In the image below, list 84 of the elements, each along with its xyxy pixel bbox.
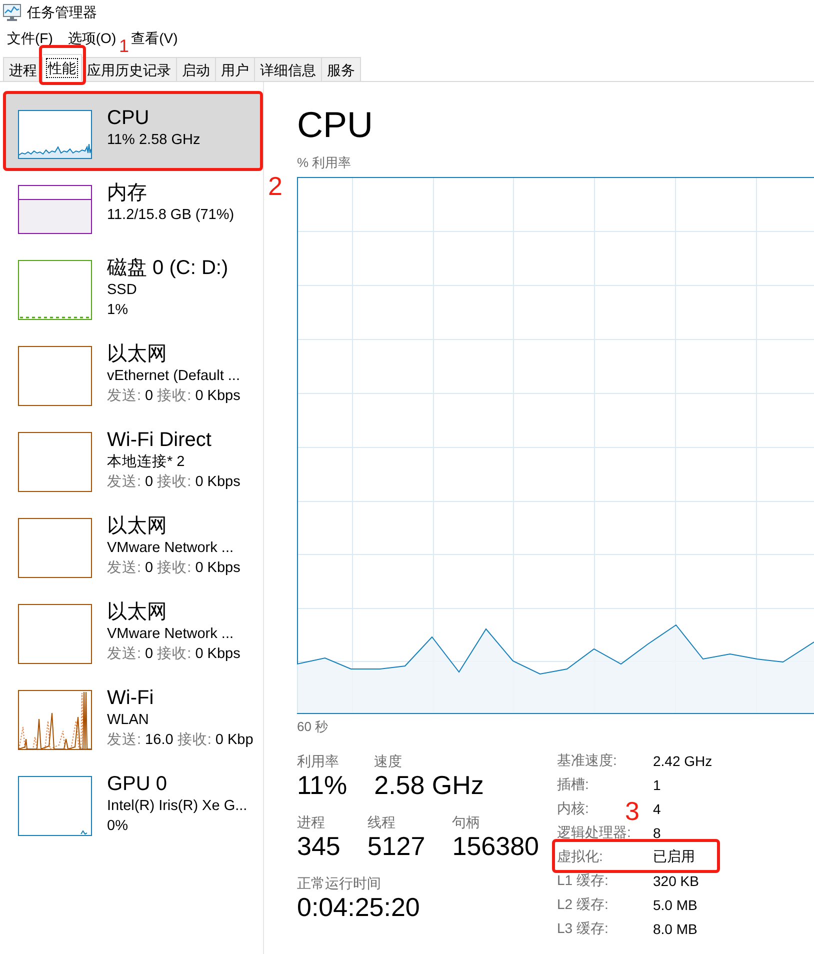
- tab[interactable]: 详细信息: [255, 57, 322, 82]
- device-detail: WLAN: [107, 711, 149, 730]
- property-value: 8.0 MB: [653, 921, 698, 937]
- property-label: 插槽:: [557, 776, 589, 794]
- device-name: 内存: [107, 181, 147, 205]
- stat-label: 正常运行时间: [297, 874, 381, 892]
- device-name: 以太网: [107, 342, 167, 366]
- stat-value: 11%: [297, 770, 348, 800]
- device-detail: 1%: [107, 301, 128, 320]
- sidebar-item[interactable]: GPU 0 Intel(R) Iris(R) Xe G... 0%: [3, 760, 262, 846]
- tab[interactable]: 用户: [216, 57, 255, 82]
- annotation-number: 1: [119, 37, 130, 55]
- stat-value: 156380: [452, 831, 539, 861]
- tab[interactable]: 启动: [177, 57, 216, 82]
- menu-item[interactable]: 文件(F): [7, 29, 53, 47]
- annotation-number: 3: [625, 798, 640, 824]
- stat-label: 速度: [374, 752, 402, 770]
- stat-value: 0:04:25:20: [297, 892, 420, 922]
- device-detail: 11% 2.58 GHz: [107, 131, 200, 150]
- property-value: 2.42 GHz: [653, 753, 712, 769]
- property-label: 基准速度:: [557, 752, 617, 770]
- device-name: GPU 0: [107, 772, 168, 796]
- tab[interactable]: 进程: [3, 57, 43, 82]
- annotation-number: 2: [268, 173, 282, 199]
- stat-label: 进程: [297, 813, 325, 831]
- tab[interactable]: 服务: [322, 57, 361, 82]
- monitor-chart-icon: [3, 4, 21, 20]
- property-value: 4: [653, 801, 661, 817]
- device-detail: vEthernet (Default ...: [107, 367, 240, 386]
- stat-label: 利用率: [297, 752, 339, 770]
- device-detail: SSD: [107, 281, 137, 300]
- sidebar-item[interactable]: 磁盘 0 (C: D:) SSD 1%: [3, 244, 262, 330]
- stat-label: 句柄: [452, 813, 480, 831]
- sidebar-item[interactable]: Wi-Fi Direct 本地连接* 2 发送: 0 接收: 0 Kbps: [3, 416, 262, 502]
- device-name: Wi-Fi Direct: [107, 428, 212, 452]
- property-label: L2 缓存:: [557, 896, 608, 914]
- axis-label: % 利用率: [297, 155, 352, 171]
- property-value: 5.0 MB: [653, 897, 698, 913]
- property-value: 320 KB: [653, 873, 699, 889]
- property-label: 逻辑处理器:: [557, 824, 631, 842]
- stat-value: 5127: [367, 831, 426, 861]
- stat-value: 345: [297, 831, 340, 861]
- network-rate: 发送: 0 接收: 0 Kbps: [107, 559, 240, 578]
- sidebar-item[interactable]: 以太网 vEthernet (Default ... 发送: 0 接收: 0 Kbps: [3, 330, 262, 416]
- device-detail: VMware Network ...: [107, 539, 234, 558]
- property-label: L3 缓存:: [557, 920, 608, 938]
- device-detail: Intel(R) Iris(R) Xe G...: [107, 797, 248, 816]
- sidebar-item[interactable]: 以太网 VMware Network ... 发送: 0 接收: 0 Kbps: [3, 588, 262, 674]
- property-label: 虚拟化:: [557, 848, 603, 866]
- device-name: 以太网: [107, 600, 167, 624]
- network-rate: 发送: 0 接收: 0 Kbps: [107, 473, 240, 492]
- stat-label: 线程: [367, 813, 396, 831]
- device-name: 磁盘 0 (C: D:): [107, 256, 228, 280]
- window-title: 任务管理器: [27, 3, 97, 21]
- device-detail: VMware Network ...: [107, 625, 234, 644]
- network-rate: 发送: 0 接收: 0 Kbps: [107, 387, 240, 406]
- property-value: 1: [653, 777, 661, 793]
- device-name: CPU: [107, 106, 150, 130]
- property-label: 内核:: [557, 800, 589, 818]
- property-label: L1 缓存:: [557, 872, 608, 890]
- tab[interactable]: 应用历史记录: [82, 57, 177, 82]
- device-name: 以太网: [107, 514, 167, 538]
- device-detail: 本地连接* 2: [107, 453, 185, 472]
- property-value: 8: [653, 825, 661, 841]
- sidebar-item[interactable]: 内存 11.2/15.8 GB (71%): [3, 169, 262, 244]
- device-detail: 11.2/15.8 GB (71%): [107, 206, 234, 225]
- usage-area: [19, 199, 91, 233]
- network-rate: 发送: 0 接收: 0 Kbps: [107, 645, 240, 664]
- section-title: CPU: [297, 103, 374, 147]
- property-value: 已启用: [653, 848, 695, 866]
- sidebar-item[interactable]: 以太网 VMware Network ... 发送: 0 接收: 0 Kbps: [3, 502, 262, 588]
- sidebar-item[interactable]: Wi-Fi WLAN 发送: 16.0 接收: 0 Kbp: [3, 674, 262, 760]
- device-detail: 0%: [107, 817, 128, 836]
- axis-label: 60 秒: [297, 719, 328, 735]
- sparkline: [80, 830, 88, 835]
- sparkline: [20, 316, 90, 318]
- network-rate: 发送: 16.0 接收: 0 Kbp: [107, 731, 254, 750]
- menu-item[interactable]: 查看(V): [131, 29, 178, 47]
- tab[interactable]: 性能: [43, 54, 82, 82]
- stat-value: 2.58 GHz: [374, 770, 484, 800]
- sidebar-item[interactable]: CPU 11% 2.58 GHz: [3, 94, 262, 169]
- menu-item[interactable]: 选项(O): [68, 29, 116, 47]
- sparkline: [19, 144, 91, 158]
- device-name: Wi-Fi: [107, 686, 154, 710]
